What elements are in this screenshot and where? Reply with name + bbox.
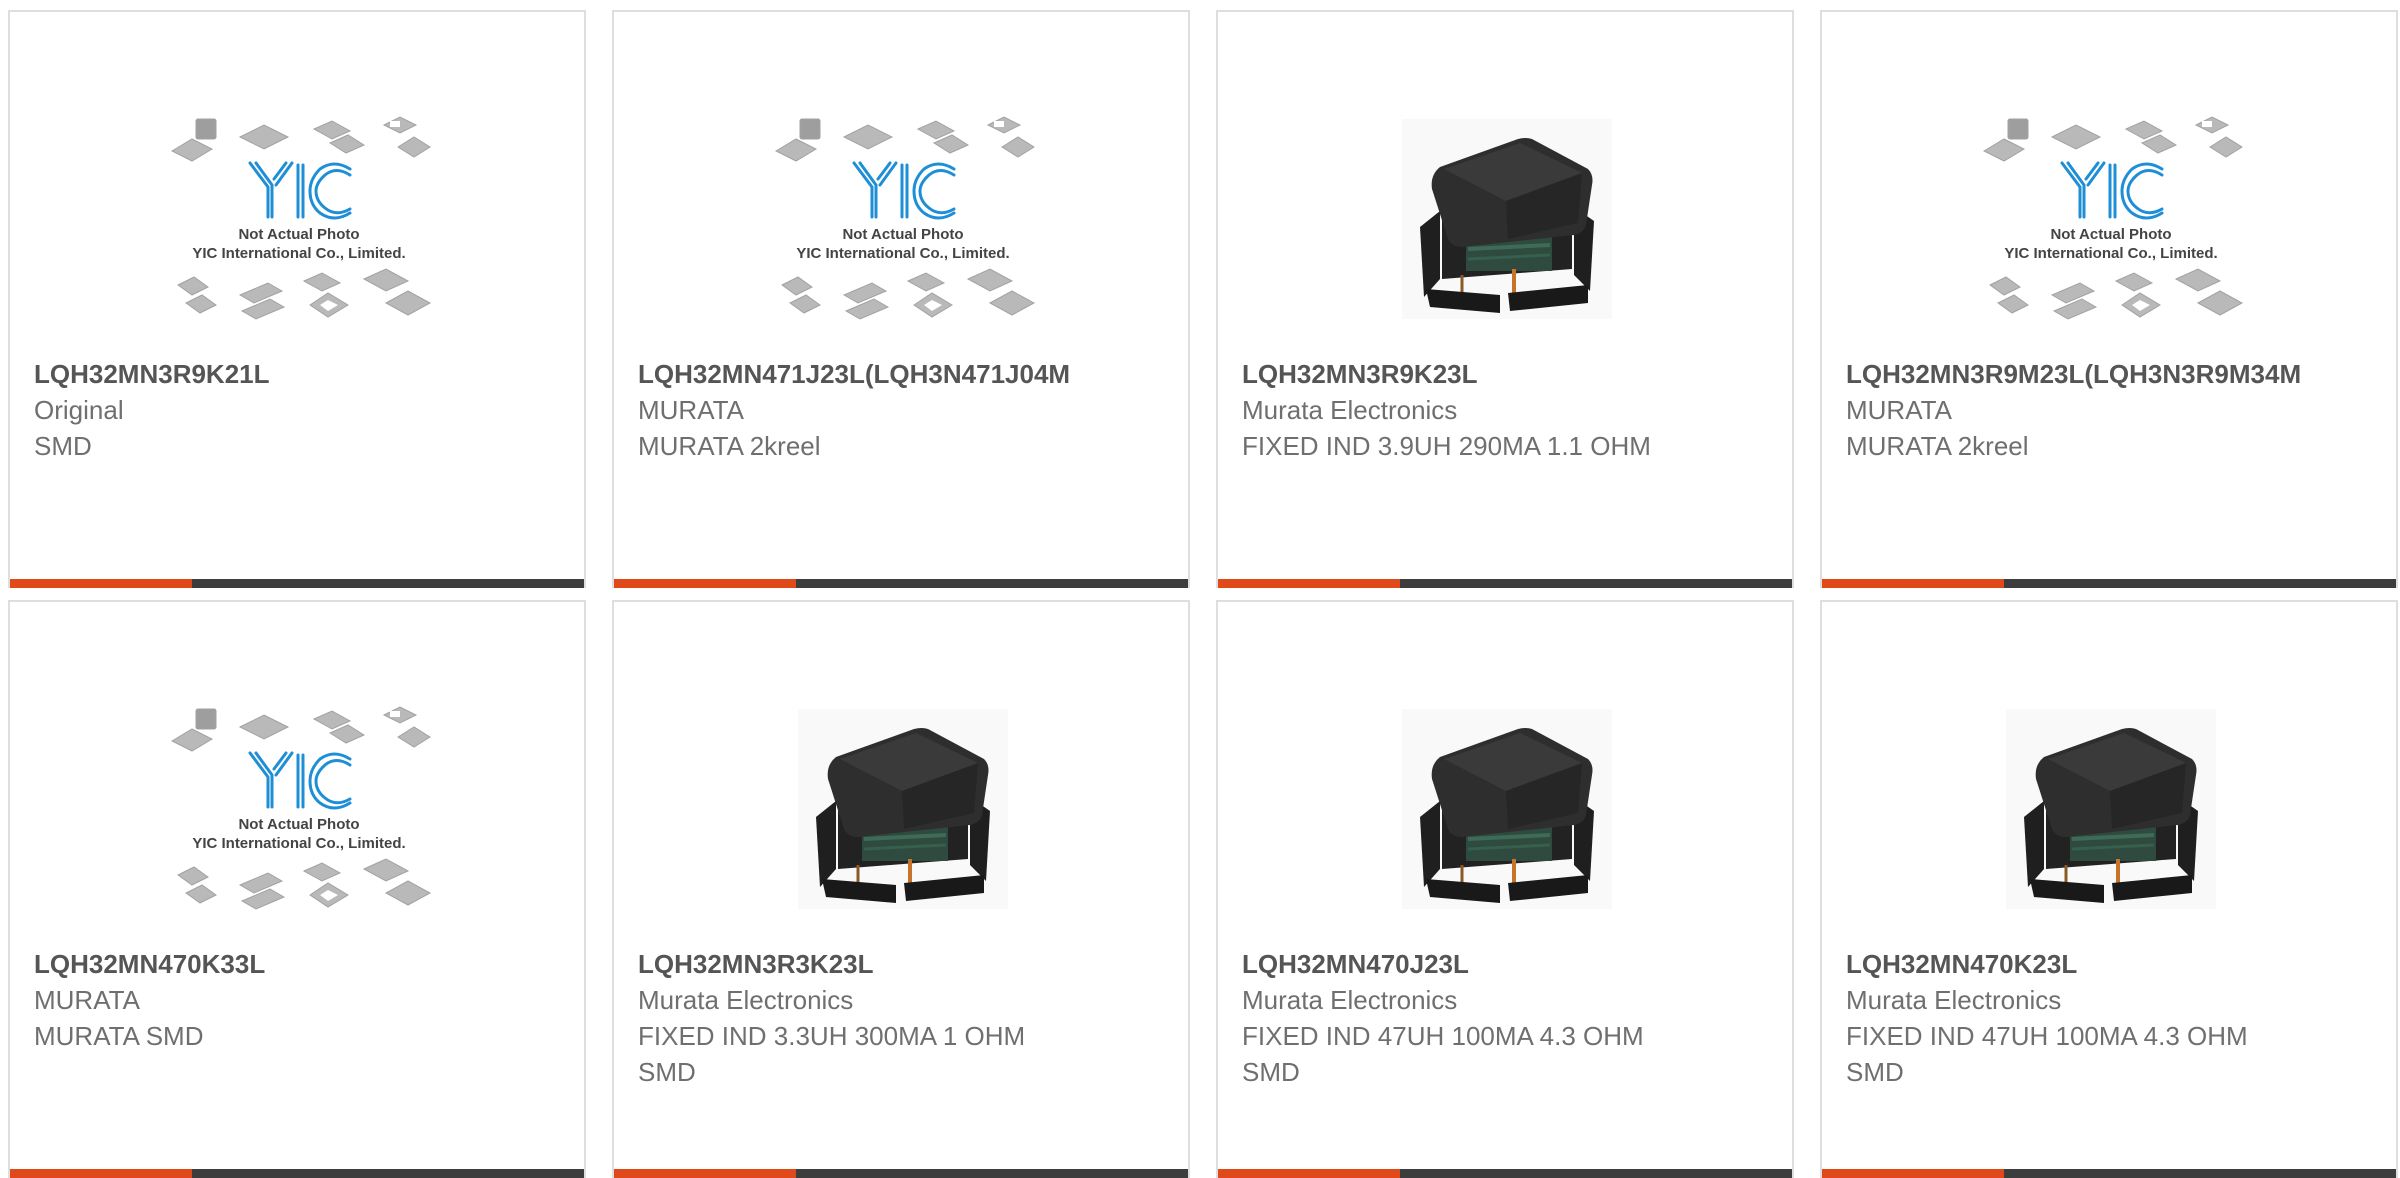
product-info: LQH32MN470K23L Murata Electronics FIXED IN…: [1846, 946, 2376, 1090]
product-manufacturer: MURATA: [638, 395, 744, 425]
inductor-photo: [798, 709, 1008, 909]
card-bottom-bar: [1822, 579, 2396, 588]
product-info: LQH32MN470J23L Murata Electronics FIXED IN…: [1242, 946, 1772, 1090]
card-bar-dark: [192, 1169, 584, 1178]
product-card[interactable]: LQH32MN3R9K23L Murata Electronics FIXED IN…: [1216, 10, 1794, 588]
product-part-number[interactable]: LQH32MN3R9M23L(LQH3N3R9M34M: [1846, 356, 2376, 392]
product-card[interactable]: Not Actual Photo YIC International Co., …: [612, 10, 1190, 588]
card-bar-dark: [192, 579, 584, 588]
product-image[interactable]: Not Actual Photo YIC International Co., …: [149, 678, 449, 940]
product-part-number[interactable]: LQH32MN470J23L: [1242, 946, 1772, 982]
product-manufacturer: Murata Electronics: [1846, 985, 2062, 1015]
product-grid: Not Actual Photo YIC International Co., …: [8, 10, 2400, 1178]
card-bar-dark: [2004, 579, 2396, 588]
placeholder-photo: Not Actual Photo YIC International Co., …: [170, 706, 432, 910]
product-manufacturer: MURATA: [1846, 395, 1952, 425]
product-description: MURATA 2kreel: [1846, 431, 2029, 461]
product-image[interactable]: Not Actual Photo YIC International Co., …: [1961, 88, 2261, 350]
product-manufacturer: Murata Electronics: [1242, 395, 1458, 425]
product-manufacturer: Murata Electronics: [1242, 985, 1458, 1015]
product-description: FIXED IND 47UH 100MA 4.3 OHM SMD: [1242, 1021, 1644, 1087]
card-bar-accent: [1218, 1169, 1400, 1178]
placeholder-caption-line1: Not Actual Photo: [842, 226, 963, 243]
product-description: MURATA 2kreel: [638, 431, 821, 461]
product-card[interactable]: LQH32MN470J23L Murata Electronics FIXED IN…: [1216, 600, 1794, 1178]
product-info: LQH32MN3R9M23L(LQH3N3R9M34M MURATA MURATA …: [1846, 356, 2376, 464]
card-bottom-bar: [614, 1169, 1188, 1178]
inductor-photo: [1402, 709, 1612, 909]
product-info: LQH32MN470K33L MURATA MURATA SMD: [34, 946, 564, 1054]
product-image[interactable]: [753, 678, 1053, 940]
card-bar-accent: [1822, 579, 2004, 588]
product-image[interactable]: [1357, 678, 1657, 940]
placeholder-caption-line2: YIC International Co., Limited.: [796, 245, 1009, 262]
product-description: FIXED IND 3.9UH 290MA 1.1 OHM: [1242, 431, 1651, 461]
product-info: LQH32MN3R3K23L Murata Electronics FIXED IN…: [638, 946, 1168, 1090]
product-description: FIXED IND 3.3UH 300MA 1 OHM SMD: [638, 1021, 1026, 1087]
product-card[interactable]: Not Actual Photo YIC International Co., …: [8, 10, 586, 588]
product-info: LQH32MN471J23L(LQH3N471J04M MURATA MURATA …: [638, 356, 1168, 464]
product-card[interactable]: LQH32MN3R3K23L Murata Electronics FIXED IN…: [612, 600, 1190, 1178]
product-description: FIXED IND 47UH 100MA 4.3 OHM SMD: [1846, 1021, 2248, 1087]
placeholder-caption-line2: YIC International Co., Limited.: [192, 835, 405, 852]
product-part-number[interactable]: LQH32MN471J23L(LQH3N471J04M: [638, 356, 1168, 392]
product-manufacturer: Original: [34, 395, 124, 425]
product-image[interactable]: Not Actual Photo YIC International Co., …: [753, 88, 1053, 350]
product-part-number[interactable]: LQH32MN3R9K23L: [1242, 356, 1772, 392]
card-bar-accent: [614, 579, 796, 588]
card-bar-accent: [1218, 579, 1400, 588]
placeholder-caption-line1: Not Actual Photo: [238, 226, 359, 243]
placeholder-photo: Not Actual Photo YIC International Co., …: [1982, 116, 2244, 320]
product-card[interactable]: Not Actual Photo YIC International Co., …: [1820, 10, 2398, 588]
card-bar-accent: [614, 1169, 796, 1178]
product-manufacturer: Murata Electronics: [638, 985, 854, 1015]
placeholder-photo: Not Actual Photo YIC International Co., …: [170, 116, 432, 320]
product-description: MURATA SMD: [34, 1021, 204, 1051]
card-bottom-bar: [10, 1169, 584, 1178]
card-bottom-bar: [1822, 1169, 2396, 1178]
product-card[interactable]: LQH32MN470K23L Murata Electronics FIXED IN…: [1820, 600, 2398, 1178]
card-bar-dark: [796, 1169, 1188, 1178]
placeholder-photo: Not Actual Photo YIC International Co., …: [774, 116, 1036, 320]
product-card[interactable]: Not Actual Photo YIC International Co., …: [8, 600, 586, 1178]
product-manufacturer: MURATA: [34, 985, 140, 1015]
product-part-number[interactable]: LQH32MN3R3K23L: [638, 946, 1168, 982]
product-part-number[interactable]: LQH32MN3R9K21L: [34, 356, 564, 392]
placeholder-caption-line1: Not Actual Photo: [238, 816, 359, 833]
card-bottom-bar: [614, 579, 1188, 588]
product-info: LQH32MN3R9K23L Murata Electronics FIXED IN…: [1242, 356, 1772, 464]
product-description: SMD: [34, 431, 92, 461]
card-bar-dark: [1400, 579, 1792, 588]
card-bottom-bar: [10, 579, 584, 588]
card-bar-accent: [1822, 1169, 2004, 1178]
placeholder-caption-line2: YIC International Co., Limited.: [2004, 245, 2217, 262]
card-bottom-bar: [1218, 1169, 1792, 1178]
card-bottom-bar: [1218, 579, 1792, 588]
placeholder-caption-line1: Not Actual Photo: [2050, 226, 2171, 243]
card-bar-dark: [2004, 1169, 2396, 1178]
card-bar-dark: [796, 579, 1188, 588]
product-image[interactable]: [1961, 678, 2261, 940]
product-image[interactable]: Not Actual Photo YIC International Co., …: [149, 88, 449, 350]
card-bar-accent: [10, 1169, 192, 1178]
inductor-photo: [1402, 119, 1612, 319]
inductor-photo: [2006, 709, 2216, 909]
product-part-number[interactable]: LQH32MN470K33L: [34, 946, 564, 982]
product-info: LQH32MN3R9K21L Original SMD: [34, 356, 564, 464]
card-bar-accent: [10, 579, 192, 588]
card-bar-dark: [1400, 1169, 1792, 1178]
placeholder-caption-line2: YIC International Co., Limited.: [192, 245, 405, 262]
product-part-number[interactable]: LQH32MN470K23L: [1846, 946, 2376, 982]
product-image[interactable]: [1357, 88, 1657, 350]
